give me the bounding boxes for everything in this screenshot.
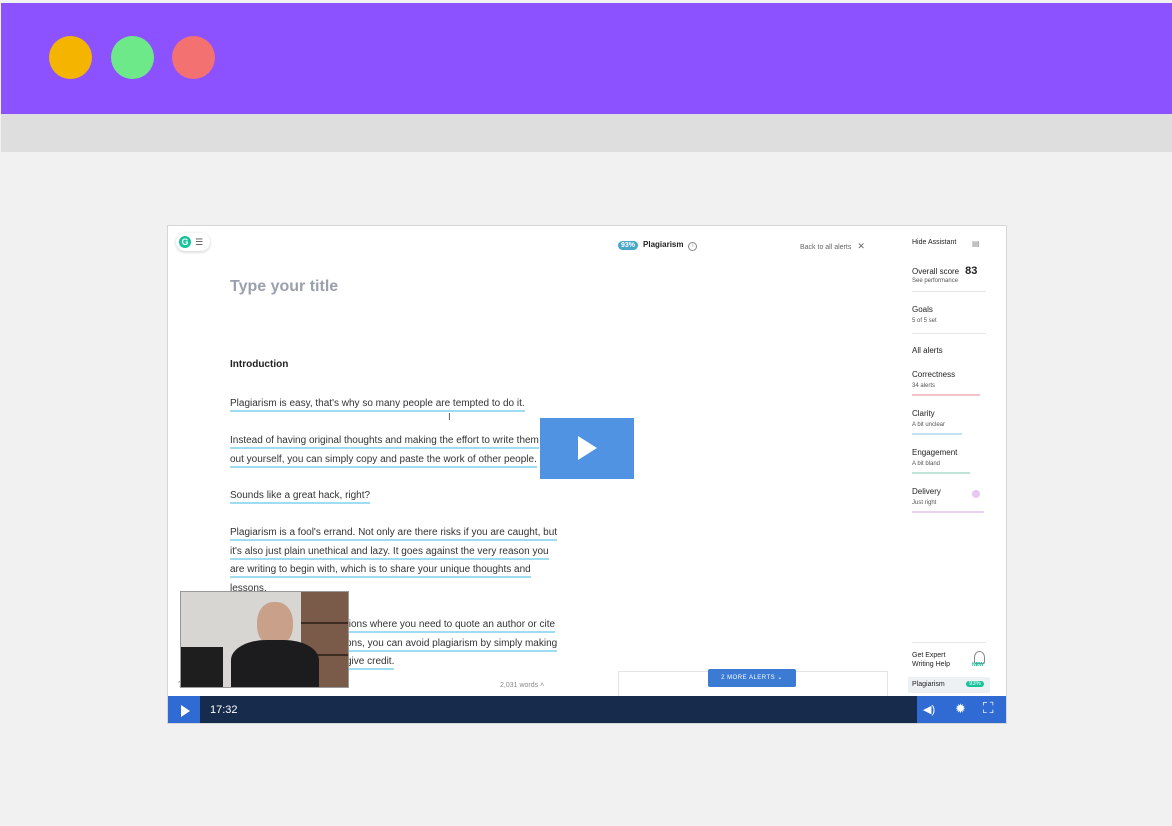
text-cursor-icon: I	[448, 412, 451, 423]
more-alerts-button[interactable]: 2 MORE ALERTS ⌄	[708, 669, 796, 687]
clarity-item[interactable]: Clarity	[912, 409, 935, 418]
grammarly-menu[interactable]: G ☰	[176, 233, 210, 251]
engagement-status: A bit bland	[912, 461, 941, 467]
document-heading: Introduction	[230, 359, 289, 370]
delivery-bar	[912, 511, 984, 513]
paragraph-2[interactable]: Instead of having original thoughts and …	[230, 432, 580, 469]
plagiarism-score-badge: 93%	[618, 241, 639, 250]
player-play-button[interactable]	[168, 696, 200, 723]
plagiarism-title: Plagiarism	[643, 240, 684, 249]
back-to-all-alerts[interactable]: Back to all alerts ✕	[800, 241, 865, 252]
expert-help-link[interactable]: Get Expert Writing Help	[912, 651, 950, 669]
document-title[interactable]: Type your title	[230, 278, 338, 296]
word-count[interactable]: 2,031 words ˄	[500, 682, 544, 689]
info-icon[interactable]: i	[688, 242, 698, 251]
player-time: 17:32	[210, 704, 238, 716]
hide-assistant-button[interactable]: Hide Assistant	[912, 239, 956, 246]
delivery-item[interactable]: Delivery	[912, 487, 941, 496]
engagement-bar	[912, 472, 970, 474]
correctness-bar	[912, 394, 980, 396]
address-bar[interactable]	[1, 114, 1172, 152]
engagement-item[interactable]: Engagement	[912, 448, 957, 457]
window-dot-green[interactable]	[111, 36, 154, 79]
all-alerts-item[interactable]: All alerts	[912, 346, 943, 355]
new-badge: NEW	[972, 662, 984, 668]
play-icon	[181, 705, 190, 717]
plagiarism-header: 93% Plagiarism i	[618, 240, 698, 251]
sidebar-plagiarism-item[interactable]: Plagiarism 93%	[908, 677, 990, 693]
video-player[interactable]: G ☰ Type your title Introduction Plagiar…	[167, 225, 1007, 724]
settings-icon[interactable]: ✹	[955, 701, 966, 717]
correctness-status: 34 alerts	[912, 383, 936, 389]
webcam-overlay	[180, 591, 349, 688]
delivery-dot-icon	[972, 490, 980, 498]
overall-score[interactable]: Overall score 83	[912, 265, 977, 277]
sidebar-plagiarism-score: 93%	[966, 681, 985, 687]
see-performance-link[interactable]: See performance	[912, 278, 958, 284]
grammarly-logo-icon: G	[179, 236, 191, 248]
paragraph-4[interactable]: Plagiarism is a fool's errand. Not only …	[230, 524, 590, 598]
window-title-bar	[1, 3, 1172, 114]
window-dot-yellow[interactable]	[49, 36, 92, 79]
window-dot-red[interactable]	[172, 36, 215, 79]
player-controls: 17:32 ◀) ✹ ⛶	[168, 696, 1006, 723]
paragraph-1[interactable]: Plagiarism is easy, that's why so many p…	[230, 395, 580, 414]
close-icon[interactable]: ✕	[857, 241, 865, 251]
volume-icon[interactable]: ◀)	[923, 703, 935, 716]
play-icon	[578, 436, 597, 460]
goals-status: 5 of 5 set	[912, 318, 937, 324]
paragraph-5[interactable]: tions where you need to quote an author …	[346, 616, 576, 672]
player-right-controls: ◀) ✹ ⛶	[917, 696, 1006, 723]
hamburger-icon: ☰	[195, 237, 204, 247]
play-overlay-button[interactable]	[540, 418, 634, 479]
clarity-status: A bit unclear	[912, 422, 946, 428]
assistant-sidebar: Hide Assistant ▤ Overall score 83 See per…	[906, 226, 1006, 696]
delivery-status: Just right	[912, 500, 937, 506]
correctness-item[interactable]: Correctness	[912, 370, 955, 379]
clarity-bar	[912, 433, 962, 435]
sidebar-toggle-icon[interactable]: ▤	[972, 239, 980, 248]
fullscreen-icon[interactable]: ⛶	[983, 700, 994, 717]
goals-label[interactable]: Goals	[912, 305, 933, 314]
paragraph-3[interactable]: Sounds like a great hack, right?	[230, 487, 580, 506]
